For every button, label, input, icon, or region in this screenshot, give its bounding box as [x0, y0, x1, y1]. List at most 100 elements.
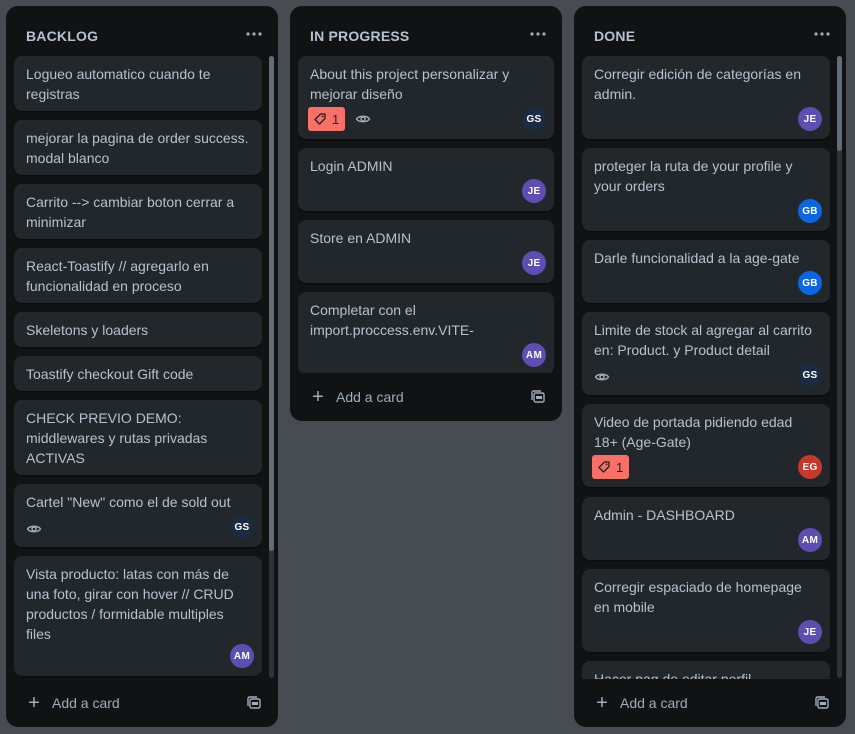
card-title: Corregir edición de categorías en admin. [594, 66, 802, 102]
card-title: Skeletons y loaders [26, 322, 149, 338]
list-header[interactable]: BACKLOG [6, 6, 278, 54]
avatar[interactable]: AM [230, 644, 254, 668]
list-footer: + Add a card [582, 687, 838, 719]
avatar[interactable]: JE [522, 179, 546, 203]
avatar[interactable]: GB [798, 271, 822, 295]
card-title: Vista producto: latas con más de una fot… [26, 566, 234, 642]
card[interactable]: Completar con el import.proccess.env.VIT… [298, 292, 554, 373]
card[interactable]: Video de portada pidiendo edad 18+ (Age-… [582, 404, 830, 487]
card[interactable]: Limite de stock al agregar al carrito en… [582, 312, 830, 395]
card[interactable]: CHECK PREVIO DEMO: middlewares y rutas p… [14, 400, 262, 475]
list-footer: + Add a card [14, 687, 270, 719]
card[interactable]: Admin - DASHBOARD AM [582, 497, 830, 560]
card-title: About this project personalizar y mejora… [310, 66, 510, 102]
vote-count: 1 [616, 459, 624, 475]
vote-count: 1 [332, 111, 340, 127]
card-badges [592, 367, 612, 387]
avatar[interactable]: GB [798, 199, 822, 223]
template-icon [815, 696, 829, 709]
scrollbar[interactable] [269, 56, 274, 678]
avatar[interactable]: AM [798, 528, 822, 552]
ellipsis-icon [814, 32, 830, 36]
card-list: Corregir edición de categorías en admin.… [582, 54, 838, 679]
card-badges: 1 [592, 455, 630, 479]
card-title: Limite de stock al agregar al carrito en… [594, 322, 812, 358]
eye-icon [24, 519, 44, 539]
plus-icon: + [596, 692, 608, 714]
template-icon [531, 390, 545, 403]
add-card-button[interactable]: + Add a card [14, 687, 230, 719]
list-menu-button[interactable] [242, 22, 266, 46]
vote-badge[interactable]: 1 [592, 455, 630, 479]
card-badges [24, 519, 44, 539]
card[interactable]: Corregir espaciado de homepage en mobile… [582, 569, 830, 652]
plus-icon: + [28, 692, 40, 714]
avatar[interactable]: EG [798, 455, 822, 479]
card-title: Darle funcionalidad a la age-gate [594, 250, 800, 266]
list-menu-button[interactable] [526, 22, 550, 46]
card[interactable]: About this project personalizar y mejora… [298, 56, 554, 139]
card[interactable]: Login ADMIN JE [298, 148, 554, 211]
tag-icon [314, 113, 326, 125]
card-badges: 1 [308, 107, 373, 131]
list-header[interactable]: IN PROGRESS [290, 6, 562, 54]
create-from-template-button[interactable] [522, 381, 554, 413]
ellipsis-icon [530, 32, 546, 36]
card[interactable]: Skeletons y loaders [14, 312, 262, 347]
card[interactable]: Hacer pag de editar perfil [582, 661, 830, 679]
card[interactable]: Darle funcionalidad a la age-gate GB [582, 240, 830, 303]
avatar[interactable]: JE [522, 251, 546, 275]
card-title: Logueo automatico cuando te registras [26, 66, 211, 102]
list-header[interactable]: DONE [574, 6, 846, 54]
create-from-template-button[interactable] [806, 687, 838, 719]
scrollbar-thumb[interactable] [837, 56, 842, 151]
card-title: Hacer pag de editar perfil [594, 671, 752, 679]
card-list: Logueo automatico cuando te registras me… [14, 54, 270, 679]
card-title: Login ADMIN [310, 158, 393, 174]
eye-icon [353, 109, 373, 129]
card[interactable]: Logueo automatico cuando te registras [14, 56, 262, 111]
eye-icon [592, 367, 612, 387]
card[interactable]: Toastify checkout Gift code [14, 356, 262, 391]
avatar[interactable]: GS [522, 107, 546, 131]
list-title[interactable]: DONE [594, 28, 635, 44]
scrollbar-thumb[interactable] [269, 56, 274, 551]
add-card-label: Add a card [620, 695, 688, 711]
create-from-template-button[interactable] [238, 687, 270, 719]
card[interactable]: proteger la ruta de your profile y your … [582, 148, 830, 231]
card-title: Store en ADMIN [310, 230, 412, 246]
list-done: DONE Corregir edición de categorías en a… [574, 6, 846, 727]
avatar[interactable]: AM [522, 343, 546, 367]
add-card-button[interactable]: + Add a card [582, 687, 798, 719]
card-title: Admin - DASHBOARD [594, 507, 735, 523]
card-title: React-Toastify // agregarlo en funcional… [26, 258, 209, 294]
card-title: Carrito --> cambiar boton cerrar a minim… [26, 194, 235, 230]
list-footer: + Add a card [298, 381, 554, 413]
avatar[interactable]: JE [798, 620, 822, 644]
list-title[interactable]: IN PROGRESS [310, 28, 409, 44]
card-title: Toastify checkout Gift code [26, 366, 194, 382]
card-title: Cartel "New" como el de sold out [26, 494, 231, 510]
add-card-label: Add a card [52, 695, 120, 711]
card[interactable]: Carrito --> cambiar boton cerrar a minim… [14, 184, 262, 239]
card[interactable]: mejorar la pagina de order success. moda… [14, 120, 262, 175]
add-card-button[interactable]: + Add a card [298, 381, 514, 413]
avatar[interactable]: GS [230, 515, 254, 539]
scrollbar[interactable] [837, 56, 842, 678]
card-title: Completar con el import.proccess.env.VIT… [310, 302, 474, 338]
card[interactable]: Corregir edición de categorías en admin.… [582, 56, 830, 139]
list-backlog: BACKLOG Logueo automatico cuando te regi… [6, 6, 278, 727]
ellipsis-icon [246, 32, 262, 36]
list-title[interactable]: BACKLOG [26, 28, 98, 44]
card[interactable]: Vista producto: latas con más de una fot… [14, 556, 262, 676]
avatar[interactable]: JE [798, 107, 822, 131]
card[interactable]: Cartel "New" como el de sold out GS [14, 484, 262, 547]
plus-icon: + [312, 386, 324, 408]
card[interactable]: Store en ADMIN JE [298, 220, 554, 283]
card[interactable]: React-Toastify // agregarlo en funcional… [14, 248, 262, 303]
list-menu-button[interactable] [810, 22, 834, 46]
card-title: Corregir espaciado de homepage en mobile [594, 579, 802, 615]
card-title: proteger la ruta de your profile y your … [594, 158, 793, 194]
avatar[interactable]: GS [798, 363, 822, 387]
vote-badge[interactable]: 1 [308, 107, 346, 131]
